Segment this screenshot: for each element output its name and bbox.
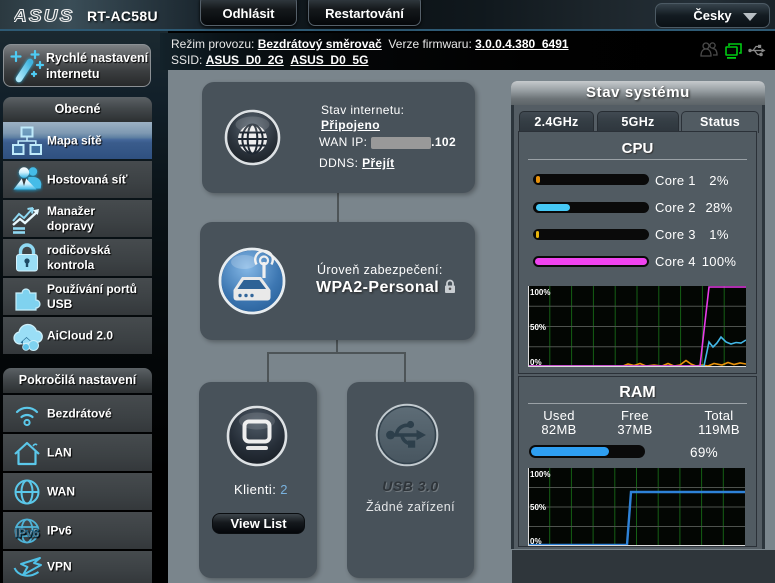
svg-text:ASUS: ASUS [14, 8, 74, 24]
svg-text:100%: 100% [530, 288, 550, 297]
svg-text:IPv6: IPv6 [15, 526, 40, 540]
svg-text:0%: 0% [530, 537, 542, 546]
svg-text:50%: 50% [530, 503, 546, 512]
svg-text:100%: 100% [530, 470, 550, 479]
svg-text:0%: 0% [530, 358, 542, 367]
svg-text:50%: 50% [530, 323, 546, 332]
